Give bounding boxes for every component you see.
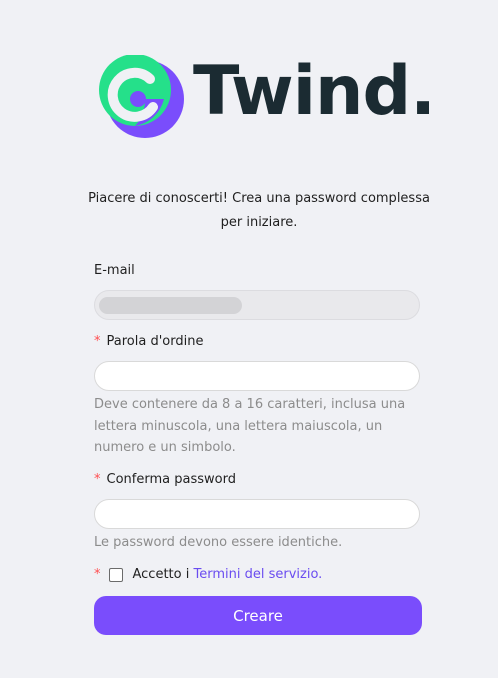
intro-text: Piacere di conoscerti! Crea una password… [88, 191, 430, 230]
twind-swirl-logo-icon [99, 55, 184, 138]
create-button[interactable]: Creare [94, 596, 422, 635]
required-mark: * [94, 472, 101, 487]
confirm-password-help-text: Le password devono essere identiche. [94, 535, 343, 550]
logo-wordmark: Twind. [193, 52, 436, 131]
confirm-password-label: * Conferma password [94, 471, 236, 489]
required-mark: * [94, 567, 101, 582]
terms-row: * Accetto i Termini del servizio. [94, 566, 322, 584]
email-label: E-mail [94, 263, 135, 278]
confirm-password-field[interactable] [94, 499, 420, 529]
email-masked-value [99, 297, 242, 314]
terms-of-service-link[interactable]: Termini del servizio. [194, 566, 323, 584]
logo: Twind. [97, 54, 436, 139]
password-field[interactable] [94, 361, 420, 391]
password-help-text: Deve contenere da 8 a 16 caratteri, incl… [94, 397, 406, 455]
password-label-text: Parola d'ordine [106, 334, 204, 349]
terms-checkbox[interactable] [108, 568, 123, 582]
terms-prefix: Accetto i [132, 567, 190, 582]
confirm-password-label-text: Conferma password [106, 472, 236, 487]
required-mark: * [94, 334, 101, 349]
password-label: * Parola d'ordine [94, 333, 203, 351]
